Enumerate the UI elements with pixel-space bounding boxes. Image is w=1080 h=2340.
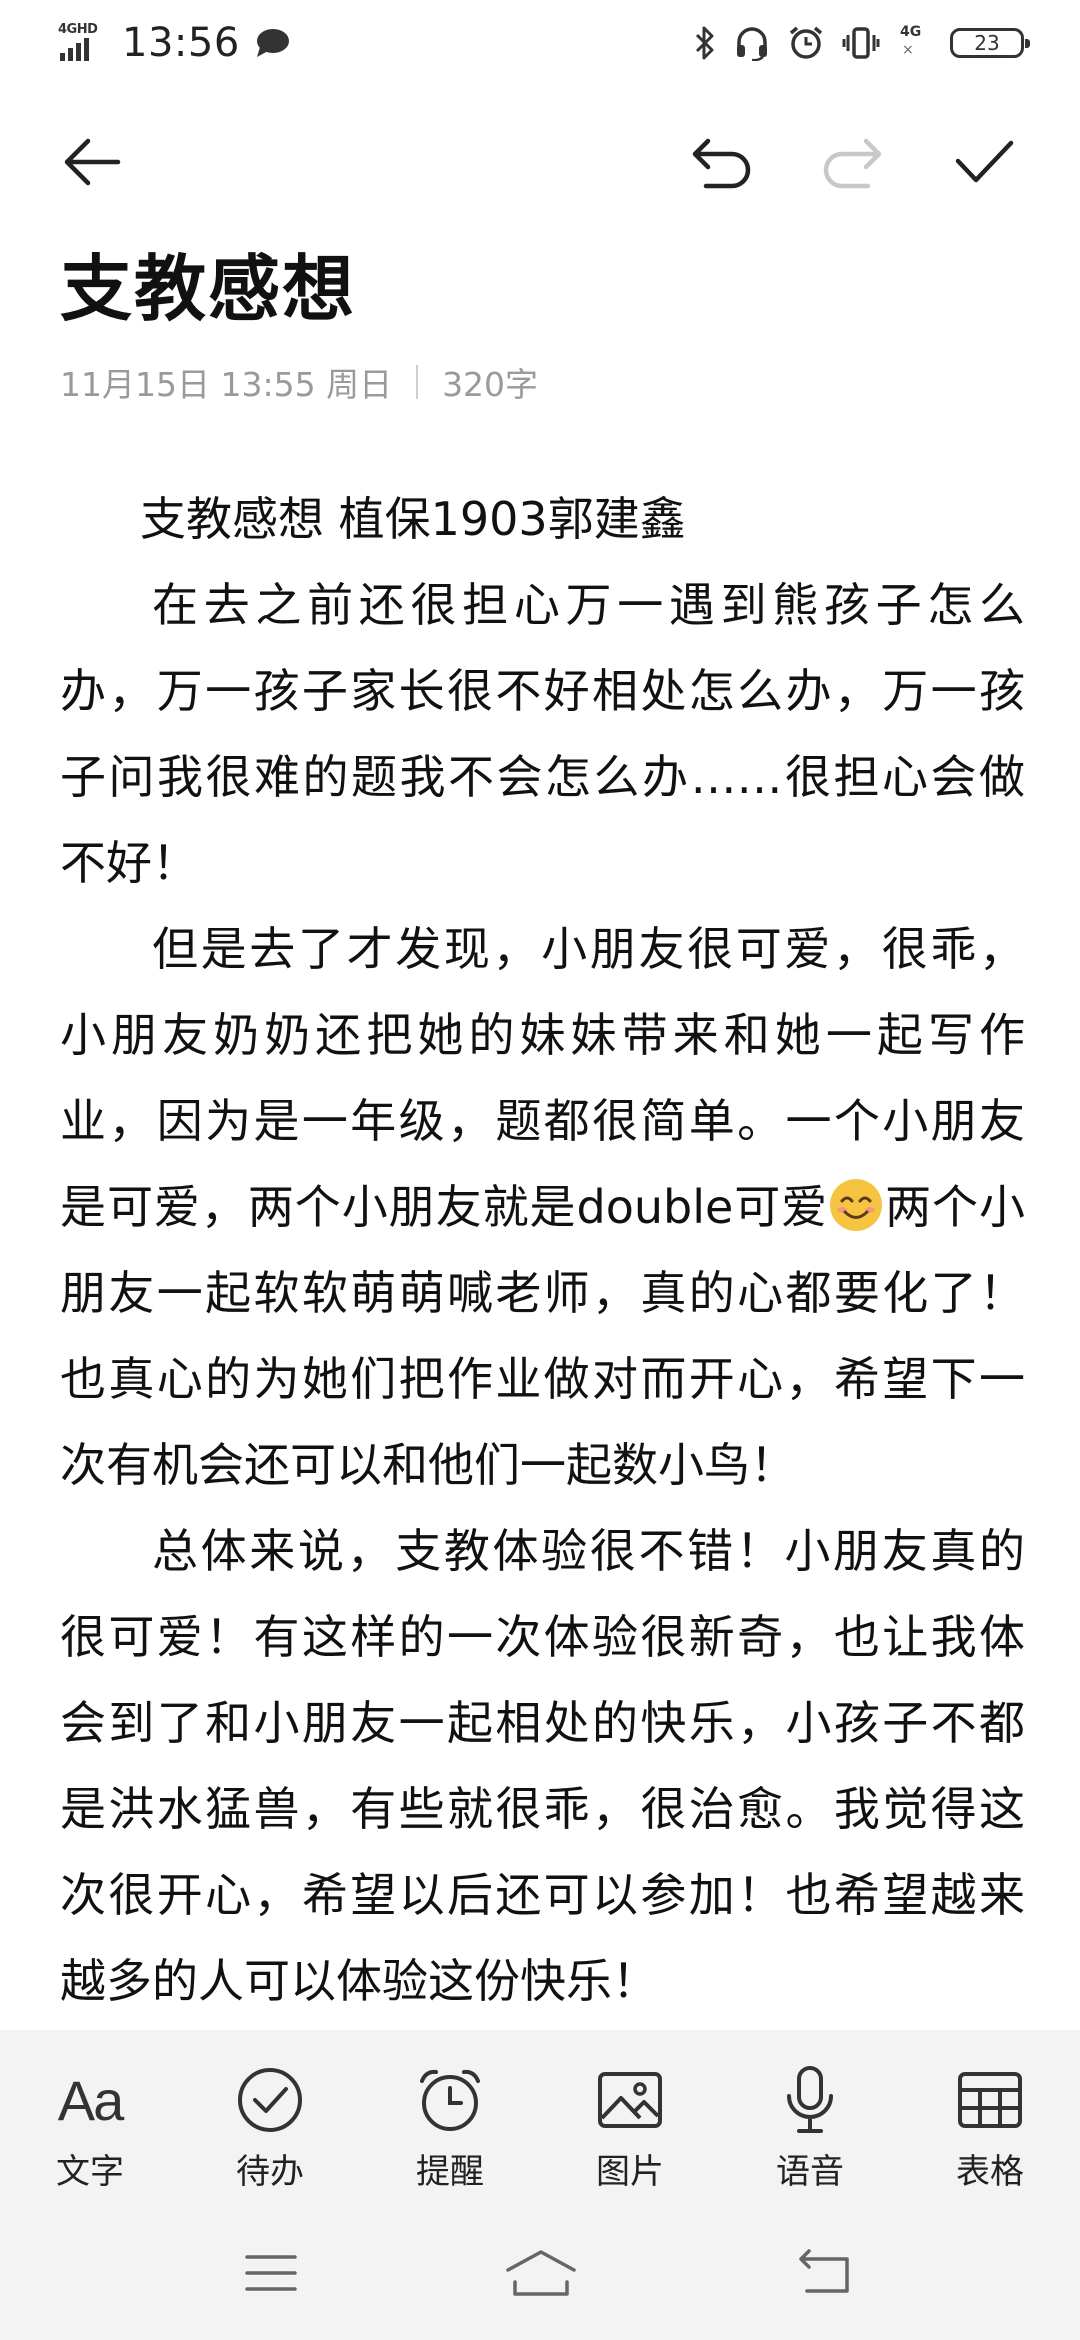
status-time: 13:56	[122, 20, 240, 66]
note-paragraph: 在去之前还很担心万一遇到熊孩子怎么办，万一孩子家长很不好相处怎么办，万一孩子问我…	[60, 578, 1025, 890]
signal-icon: 4GHD	[58, 21, 106, 65]
smiling-face-emoji-icon	[830, 1179, 883, 1231]
todo-check-icon	[230, 2060, 310, 2140]
note-meta: 11月15日 13:55 周日 320字	[60, 358, 538, 406]
menu-button[interactable]	[226, 2238, 316, 2308]
back-button[interactable]	[60, 130, 124, 194]
status-right: 4G × 23	[694, 20, 1030, 66]
note-editor-screen: 4GHD 13:56 4G × 23 支教感想 11月15日 13:55 周日 …	[0, 0, 1080, 2340]
bluetooth-icon	[695, 26, 714, 60]
voice-button[interactable]: 语音	[720, 2060, 900, 2193]
image-button[interactable]: 图片	[540, 2060, 720, 2193]
network-type: 4GHD	[58, 22, 98, 37]
table-icon	[950, 2060, 1030, 2140]
message-bubble-icon	[256, 29, 289, 57]
home-button[interactable]	[496, 2238, 586, 2308]
tool-label: 提醒	[416, 2152, 484, 2192]
back-nav-icon	[799, 2249, 849, 2293]
insert-tools-row: Aa 文字 待办 提醒 图片 语音 表格	[0, 2060, 1080, 2193]
menu-lines-icon	[245, 2255, 297, 2291]
word-count: 320字	[442, 365, 539, 404]
tool-label: 文字	[56, 2152, 124, 2192]
battery-icon: 23	[950, 28, 1030, 58]
headset-icon	[737, 27, 767, 61]
home-icon	[506, 2250, 576, 2296]
tool-label: 待办	[236, 2152, 304, 2192]
back-arrow-icon	[64, 138, 121, 186]
battery-level: 23	[974, 31, 1000, 55]
tool-label: 图片	[596, 2152, 664, 2192]
microphone-icon	[770, 2060, 850, 2140]
signal-4g-icon: 4G ×	[900, 24, 922, 58]
todo-button[interactable]: 待办	[180, 2060, 360, 2193]
meta-divider	[416, 365, 419, 399]
image-icon	[590, 2060, 670, 2140]
redo-icon	[823, 138, 882, 189]
text-format-button[interactable]: Aa 文字	[0, 2060, 180, 2193]
network-type-2: 4G	[900, 24, 922, 40]
tool-label: 语音	[776, 2152, 844, 2192]
text-format-icon: Aa	[57, 2068, 124, 2132]
note-date: 11月15日 13:55 周日	[60, 365, 393, 404]
status-left: 4GHD 13:56	[58, 16, 290, 70]
system-navigation-bar	[0, 2238, 1080, 2318]
done-button[interactable]	[952, 130, 1016, 194]
note-paragraph: 支教感想 植保1903郭建鑫	[140, 492, 686, 546]
back-nav-button[interactable]	[780, 2238, 870, 2308]
vibrate-icon	[842, 27, 880, 59]
check-icon	[955, 140, 1014, 183]
note-title[interactable]: 支教感想	[60, 230, 356, 335]
undo-icon	[692, 138, 751, 189]
editor-toolbar	[0, 110, 1080, 210]
alarm-icon	[789, 26, 823, 59]
alarm-clock-icon	[410, 2060, 490, 2140]
undo-button[interactable]	[690, 130, 754, 194]
table-button[interactable]: 表格	[900, 2060, 1080, 2193]
redo-button[interactable]	[820, 130, 884, 194]
status-bar: 4GHD 13:56 4G × 23	[0, 0, 1080, 86]
note-paragraph: 总体来说，支教体验很不错！小朋友真的很可爱！有这样的一次体验很新奇，也让我体会到…	[60, 1524, 1025, 2008]
note-body[interactable]: 支教感想 植保1903郭建鑫 在去之前还很担心万一遇到熊孩子怎么办，万一孩子家长…	[60, 476, 1025, 2024]
tool-label: 表格	[956, 2152, 1024, 2192]
reminder-button[interactable]: 提醒	[360, 2060, 540, 2193]
note-paragraph: 但是去了才发现，小朋友很可爱，很乖，小朋友奶奶还把她的妹妹带来和她一起写作业，因…	[60, 906, 1025, 1508]
